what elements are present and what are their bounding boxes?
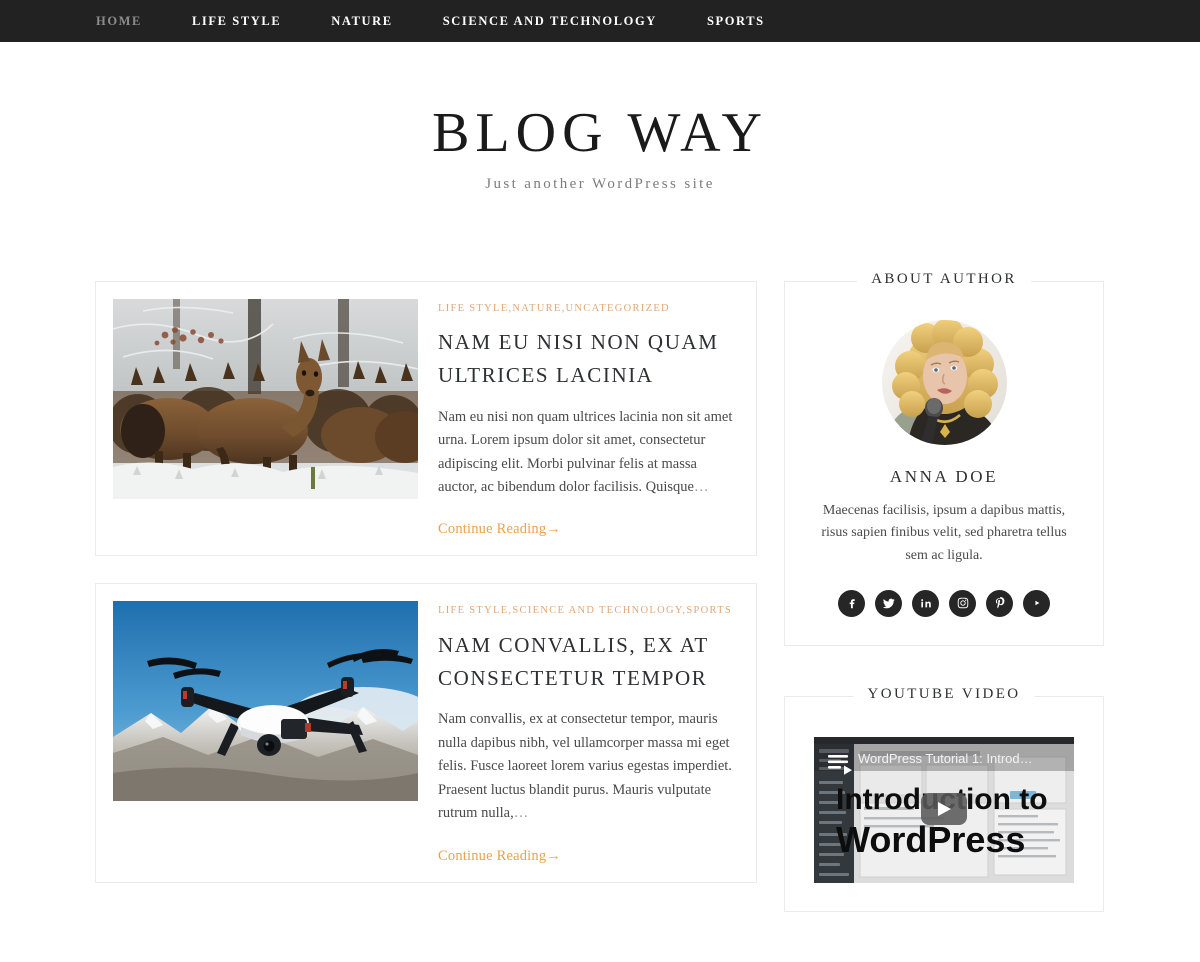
post-thumbnail-drone[interactable]: [113, 601, 418, 802]
twitter-icon[interactable]: [875, 589, 902, 617]
instagram-glyph: [957, 598, 968, 609]
post-excerpt: Nam eu nisi non quam ultrices lacinia no…: [438, 406, 739, 500]
category-link[interactable]: UNCATEGORIZED: [566, 303, 670, 314]
author-name: ANNA DOE: [889, 466, 999, 486]
avatar-photo: [881, 319, 1007, 445]
facebook-glyph: [849, 599, 855, 609]
video-title-text: WordPress Tutorial 1: Introd…: [858, 751, 1033, 766]
instagram-icon[interactable]: [949, 589, 976, 617]
nav-item-nature[interactable]: NATURE: [331, 14, 392, 29]
widget-title-about-author: ABOUT AUTHOR: [857, 270, 1031, 288]
site-header: BLOG WAY Just another WordPress site: [0, 42, 1200, 193]
drone-over-mountains-image: [113, 601, 418, 802]
social-links: [809, 589, 1079, 617]
site-tagline: Just another WordPress site: [485, 175, 715, 192]
page-layout: LIFE STYLE,NATURE,UNCATEGORIZED NAM EU N…: [95, 270, 1105, 962]
post-body: LIFE STYLE,NATURE,UNCATEGORIZED NAM EU N…: [438, 299, 739, 539]
linkedin-icon[interactable]: [912, 589, 939, 617]
post-excerpt-text: Nam convallis, ex at consectetur tempor,…: [438, 711, 732, 822]
nav-item-home[interactable]: HOME: [96, 14, 142, 29]
widget-youtube-video: YOUTUBE VIDEO WordPress Tutorial 1: Intr…: [784, 685, 1104, 912]
post-categories: LIFE STYLE,NATURE,UNCATEGORIZED: [438, 302, 739, 316]
widget-title-youtube-video: YOUTUBE VIDEO: [853, 685, 1035, 703]
continue-reading-link[interactable]: Continue Reading→: [438, 521, 561, 537]
primary-navigation: HOME LIFE STYLE NATURE SCIENCE AND TECHN…: [0, 0, 1200, 42]
nav-item-life-style[interactable]: LIFE STYLE: [192, 14, 281, 29]
youtube-glyph: [1034, 601, 1039, 606]
author-avatar: [881, 319, 1007, 445]
site-title[interactable]: BLOG WAY: [0, 104, 1200, 163]
post-title[interactable]: NAM EU NISI NON QUAM ULTRICES LACINIA: [438, 326, 739, 391]
widget-about-author: ABOUT AUTHOR ANNA DOE Maecenas facilisis…: [784, 270, 1104, 646]
author-bio: Maecenas facilisis, ipsum a dapibus matt…: [821, 502, 1067, 564]
nav-item-science-and-technology[interactable]: SCIENCE AND TECHNOLOGY: [443, 14, 657, 29]
post-categories: LIFE STYLE,SCIENCE AND TECHNOLOGY,SPORTS: [438, 604, 739, 618]
video-thumbnail: WordPress Tutorial 1: Introd… Introducti…: [814, 736, 1074, 883]
excerpt-ellipsis: …: [513, 805, 529, 822]
deer-snow-forest-image: [113, 298, 418, 499]
excerpt-ellipsis: …: [693, 478, 709, 495]
post-card: LIFE STYLE,NATURE,UNCATEGORIZED NAM EU N…: [95, 280, 757, 557]
linkedin-glyph: [920, 599, 931, 608]
category-link[interactable]: SPORTS: [686, 605, 732, 616]
post-thumbnail-deer[interactable]: [113, 298, 418, 499]
category-link[interactable]: SCIENCE AND TECHNOLOGY: [512, 605, 682, 616]
category-link[interactable]: LIFE STYLE: [438, 303, 508, 314]
twitter-glyph: [882, 598, 895, 609]
youtube-video-embed[interactable]: WordPress Tutorial 1: Introd… Introducti…: [814, 736, 1074, 883]
category-link[interactable]: LIFE STYLE: [438, 605, 508, 616]
nav-item-sports[interactable]: SPORTS: [707, 14, 765, 29]
post-excerpt: Nam convallis, ex at consectetur tempor,…: [438, 708, 739, 825]
pinterest-glyph: [995, 597, 1004, 609]
post-list: LIFE STYLE,NATURE,UNCATEGORIZED NAM EU N…: [95, 280, 757, 910]
continue-reading-link[interactable]: Continue Reading→: [438, 848, 561, 864]
post-title[interactable]: NAM CONVALLIS, EX AT CONSECTETUR TEMPOR: [438, 629, 739, 694]
sidebar: ABOUT AUTHOR ANNA DOE Maecenas facilisis…: [784, 270, 1104, 962]
pinterest-icon[interactable]: [986, 589, 1013, 617]
video-overlay-line2: WordPress: [836, 819, 1025, 860]
post-card: LIFE STYLE,SCIENCE AND TECHNOLOGY,SPORTS…: [95, 583, 757, 883]
post-body: LIFE STYLE,SCIENCE AND TECHNOLOGY,SPORTS…: [438, 601, 739, 864]
facebook-icon[interactable]: [838, 589, 865, 617]
category-link[interactable]: NATURE: [512, 303, 561, 314]
youtube-icon[interactable]: [1023, 589, 1050, 617]
post-excerpt-text: Nam eu nisi non quam ultrices lacinia no…: [438, 408, 733, 495]
